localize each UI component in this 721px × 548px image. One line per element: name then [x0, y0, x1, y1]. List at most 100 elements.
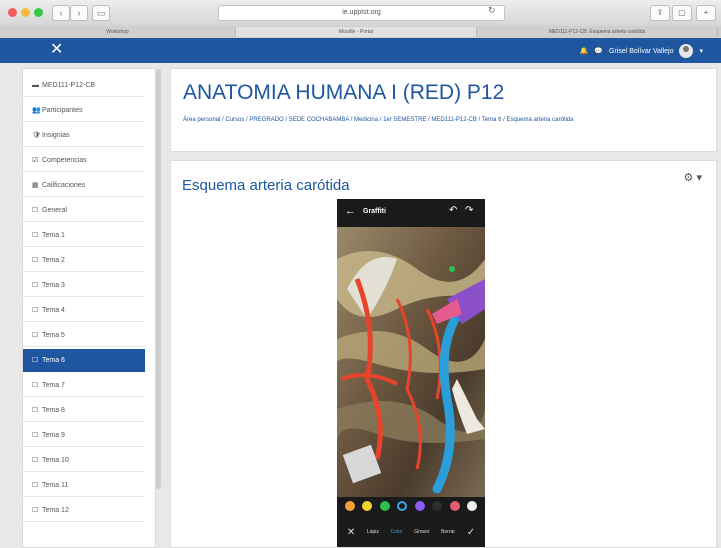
undo-icon[interactable]: ↶: [449, 205, 457, 216]
sidebar-item-icon: ☐: [32, 432, 39, 439]
sidebar-item-participantes[interactable]: 👥Participantes: [23, 99, 145, 122]
share-button[interactable]: ⇪: [650, 5, 670, 21]
sidebar-item-label: Tema 2: [42, 257, 65, 264]
sidebar-item-label: Tema 1: [42, 232, 65, 239]
palette-color-swatch[interactable]: [466, 501, 477, 511]
sidebar-item-icon: ☐: [32, 382, 39, 389]
color-palette: [345, 501, 477, 513]
sidebar-item-icon: ☑: [32, 157, 39, 164]
course-sidebar: ▬ MED111-P12-CB 👥Participantes 🛡Insignias ☑ C…: [22, 68, 161, 548]
palette-color-swatch[interactable]: [414, 501, 425, 511]
sidebar-item-icon: ☐: [32, 232, 39, 239]
sidebar-item-label: Tema 11: [42, 482, 69, 489]
tab-esquema[interactable]: MED111-P12-CB: Esquema arteria carótida: [477, 27, 718, 37]
sidebar-item-label: Tema 9: [42, 432, 65, 439]
palette-color-swatch[interactable]: [397, 501, 408, 511]
palette-color-swatch[interactable]: [379, 501, 390, 511]
maximize-window-button[interactable]: [34, 8, 43, 17]
new-tab-button[interactable]: +: [696, 5, 716, 21]
url-bar[interactable]: ie.upptst.org: [218, 5, 505, 21]
notifications-bell-icon[interactable]: 🔔: [580, 47, 589, 55]
sidebar-item-label: Tema 4: [42, 307, 65, 314]
sidebar-item-competencias[interactable]: ☑ Competencias: [23, 149, 145, 172]
gear-icon[interactable]: ⚙ ▾: [684, 171, 702, 184]
browser-forward-button[interactable]: ›: [70, 5, 88, 21]
course-header: ANATOMIA HUMANA I (RED) P12 Área persona…: [170, 68, 717, 152]
page-title: ANATOMIA HUMANA I (RED) P12: [183, 81, 505, 104]
sidebar-item-tema-1[interactable]: ☐ Tema 1: [23, 224, 145, 247]
sidebar-item-label: General: [42, 207, 67, 214]
reload-icon[interactable]: ↻: [488, 5, 496, 16]
content-title: Esquema arteria carótida: [182, 177, 350, 194]
dissection-image: ← Graffiti ↶ ↷ ✕ Lápiz Color Grosor Borrar ✓: [337, 199, 485, 547]
sidebar-item-tema-9[interactable]: ☐ Tema 9: [23, 424, 145, 447]
sidebar-item-icon: 🛡: [32, 132, 41, 139]
breadcrumb[interactable]: Área personal / Cursos / PREGRADO / SEDE…: [183, 115, 708, 125]
sidebar-item-insignias[interactable]: 🛡Insignias: [23, 124, 145, 147]
sidebar-item-label: Tema 8: [42, 407, 65, 414]
user-menu: 🔔 💬 Grisel Bolívar Vallejo ▾: [580, 43, 703, 59]
sidebar-toggle-button[interactable]: ▭: [92, 5, 110, 21]
tab-workshop[interactable]: Workshop: [0, 27, 236, 37]
top-navbar: ✕ 🔔 💬 Grisel Bolívar Vallejo ▾: [0, 38, 721, 63]
drawing-tool-[interactable]: ✕: [347, 527, 355, 538]
sidebar-item-calificaciones[interactable]: ▦ Calificaciones: [23, 174, 145, 197]
sidebar-item-icon: ☐: [32, 307, 39, 314]
tab-moodle[interactable]: Moodle - Portal: [236, 27, 477, 37]
sidebar-item-icon: ☐: [32, 482, 39, 489]
sidebar-item-tema-7[interactable]: ☐ Tema 7: [23, 374, 145, 397]
sidebar-item-med111-p12-cb[interactable]: ▬ MED111-P12-CB: [23, 74, 145, 97]
sidebar-item-icon: ☐: [32, 457, 39, 464]
palette-color-swatch[interactable]: [449, 501, 460, 511]
sidebar-item-tema-10[interactable]: ☐ Tema 10: [23, 449, 145, 472]
dissection-photo: [337, 227, 485, 497]
sidebar-item-general[interactable]: ☐ General: [23, 199, 145, 222]
sidebar-item-label: Participantes: [42, 107, 83, 114]
avatar[interactable]: [679, 44, 694, 58]
sidebar-item-icon: ▬: [32, 82, 39, 89]
drawing-tool-lapiz[interactable]: Lápiz: [367, 529, 379, 535]
sidebar-item-icon: ▦: [32, 182, 39, 189]
close-window-button[interactable]: [8, 8, 17, 17]
user-caret-icon[interactable]: ▾: [699, 47, 703, 55]
drawing-tool-grosor[interactable]: Grosor: [414, 529, 429, 535]
content-card: Esquema arteria carótida ⚙ ▾ ← Graffiti …: [170, 160, 717, 548]
sidebar-item-icon: 👥: [32, 107, 41, 114]
browser-chrome: ‹ › ▭ ie.upptst.org ↻ ⇪ ▢ +: [0, 0, 721, 27]
app-title: Graffiti: [363, 208, 386, 215]
back-arrow-icon[interactable]: ←: [345, 205, 356, 217]
close-drawer-icon[interactable]: ✕: [50, 41, 63, 59]
user-name[interactable]: Grisel Bolívar Vallejo: [609, 48, 673, 55]
messages-icon[interactable]: 💬: [594, 47, 603, 55]
sidebar-item-label: MED111-P12-CB: [42, 82, 96, 89]
sidebar-item-tema-6[interactable]: ☐ Tema 6: [23, 349, 145, 372]
palette-color-swatch[interactable]: [432, 501, 443, 511]
sidebar-item-tema-5[interactable]: ☐ Tema 5: [23, 324, 145, 347]
phone-toolbar: ✕ Lápiz Color Grosor Borrar ✓: [337, 497, 485, 547]
sidebar-item-label: Tema 6: [42, 357, 65, 364]
sidebar-item-label: Tema 12: [42, 507, 69, 514]
sidebar-item-icon: ☐: [32, 507, 39, 514]
minimize-window-button[interactable]: [21, 8, 30, 17]
tabs-overview-button[interactable]: ▢: [672, 5, 692, 21]
sidebar-item-tema-4[interactable]: ☐ Tema 4: [23, 299, 145, 322]
palette-color-swatch[interactable]: [362, 501, 373, 511]
drawing-tool-color[interactable]: Color: [391, 529, 403, 535]
sidebar-item-label: Competencias: [42, 157, 87, 164]
sidebar-item-tema-3[interactable]: ☐ Tema 3: [23, 274, 145, 297]
sidebar-item-tema-12[interactable]: ☐ Tema 12: [23, 499, 145, 522]
sidebar-item-tema-11[interactable]: ☐ Tema 11: [23, 474, 145, 497]
drawing-tool-[interactable]: ✓: [467, 527, 475, 538]
palette-color-swatch[interactable]: [345, 501, 355, 511]
sidebar-item-tema-8[interactable]: ☐ Tema 8: [23, 399, 145, 422]
tool-row: ✕ Lápiz Color Grosor Borrar ✓: [341, 521, 481, 543]
sidebar-item-icon: ☐: [32, 407, 39, 414]
sidebar-item-label: Tema 7: [42, 382, 65, 389]
sidebar-item-tema-2[interactable]: ☐ Tema 2: [23, 249, 145, 272]
sidebar-item-icon: ☐: [32, 282, 39, 289]
browser-back-button[interactable]: ‹: [52, 5, 70, 21]
phone-app-bar: ← Graffiti ↶ ↷: [337, 199, 485, 227]
sidebar-scrollbar[interactable]: [156, 69, 161, 489]
redo-icon[interactable]: ↷: [465, 205, 473, 216]
drawing-tool-borrar[interactable]: Borrar: [441, 529, 455, 535]
